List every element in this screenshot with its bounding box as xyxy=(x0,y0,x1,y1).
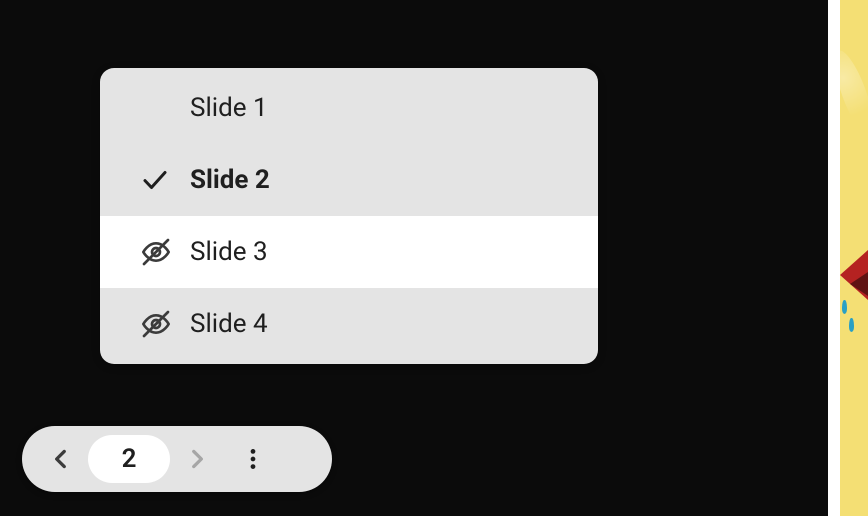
slide-menu-item-4[interactable]: Slide 4 xyxy=(100,288,598,360)
next-slide-button[interactable] xyxy=(174,436,220,482)
current-slide-number: 2 xyxy=(122,444,137,474)
slide-menu-item-1[interactable]: Slide 1 xyxy=(100,72,598,144)
hidden-eye-icon xyxy=(140,236,190,268)
slide-menu-item-2-label: Slide 2 xyxy=(190,165,598,195)
current-slide-number-chip[interactable]: 2 xyxy=(88,435,170,483)
slide-selector-menu: Slide 1 Slide 2 Slide 3 xyxy=(100,68,598,364)
chevron-right-icon xyxy=(184,446,210,472)
slide-menu-item-1-label: Slide 1 xyxy=(190,93,598,123)
next-slide-preview-strip xyxy=(840,0,868,516)
previous-slide-button[interactable] xyxy=(38,436,84,482)
hidden-eye-icon xyxy=(140,308,190,340)
slide-menu-item-4-label: Slide 4 xyxy=(190,309,598,339)
slide-menu-item-2[interactable]: Slide 2 xyxy=(100,144,598,216)
chevron-left-icon xyxy=(48,446,74,472)
more-options-button[interactable] xyxy=(230,436,276,482)
slide-menu-item-3[interactable]: Slide 3 xyxy=(100,216,598,288)
slide-menu-item-3-label: Slide 3 xyxy=(190,237,598,267)
check-icon xyxy=(140,165,190,195)
more-vertical-icon xyxy=(240,446,266,472)
slide-nav-toolbar: 2 xyxy=(22,426,332,492)
